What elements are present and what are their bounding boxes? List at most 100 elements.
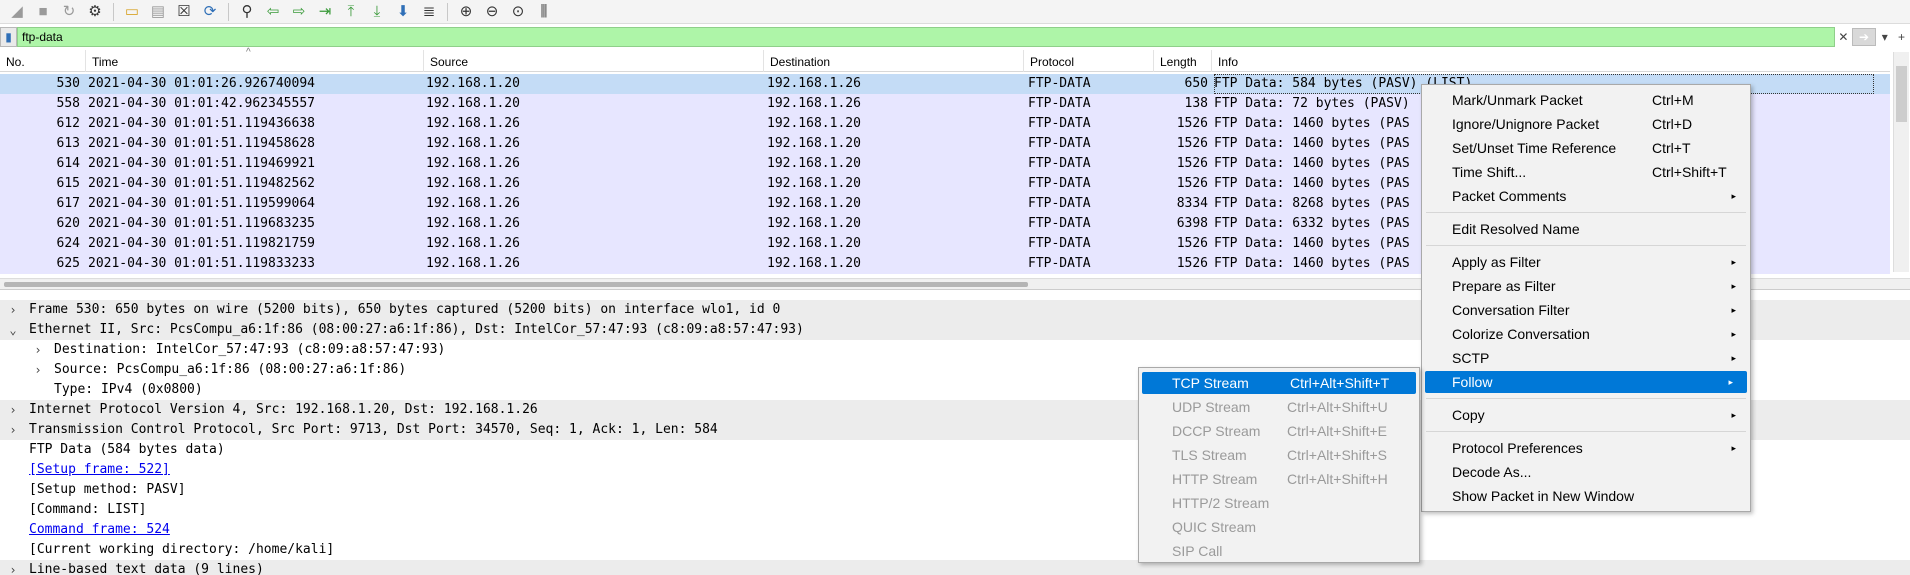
restart-capture-icon[interactable]: ↻	[58, 1, 80, 23]
cell-no: 620	[56, 216, 80, 231]
zoom-out-icon[interactable]: ⊖	[481, 1, 503, 23]
close-file-icon[interactable]: ☒	[173, 1, 195, 23]
cell-time: 2021-04-30 01:01:51.119469921	[88, 156, 315, 171]
cell-protocol: FTP-DATA	[1028, 156, 1091, 171]
menu-item-show-packet-new-window[interactable]: Show Packet in New Window	[1422, 485, 1750, 507]
toolbar-separator	[447, 2, 448, 21]
expand-arrow-icon[interactable]: ›	[6, 400, 20, 420]
packet-context-menu: Mark/Unmark Packet Ctrl+M Ignore/Unignor…	[1421, 84, 1751, 512]
cell-protocol: FTP-DATA	[1028, 196, 1091, 211]
cell-destination: 192.168.1.20	[767, 136, 861, 151]
menu-item-label: Apply as Filter	[1452, 254, 1541, 270]
cell-time: 2021-04-30 01:01:51.119821759	[88, 236, 315, 251]
menu-item-edit-resolved-name[interactable]: Edit Resolved Name	[1422, 218, 1750, 240]
cell-time: 2021-04-30 01:01:51.119436638	[88, 116, 315, 131]
column-header-destination[interactable]: Destination	[764, 50, 1024, 72]
expand-arrow-icon[interactable]: ›	[6, 300, 20, 320]
submenu-arrow-icon: ▸	[1731, 410, 1736, 420]
first-packet-icon[interactable]: ⤒	[340, 1, 362, 23]
menu-item-colorize-conversation[interactable]: Colorize Conversation ▸	[1422, 323, 1750, 345]
cell-destination: 192.168.1.20	[767, 156, 861, 171]
expand-arrow-icon[interactable]: ›	[31, 360, 45, 380]
column-header-source[interactable]: Source	[424, 50, 764, 72]
cell-source: 192.168.1.26	[426, 196, 520, 211]
follow-submenu: TCP Stream Ctrl+Alt+Shift+T UDP Stream C…	[1138, 367, 1420, 563]
menu-item-label: HTTP/2 Stream	[1172, 495, 1270, 511]
menu-item-protocol-preferences[interactable]: Protocol Preferences ▸	[1422, 437, 1750, 459]
clear-filter-icon[interactable]: ✕	[1835, 27, 1852, 47]
zoom-normal-icon[interactable]: ⊙	[507, 1, 529, 23]
tree-row-command-frame[interactable]: Command frame: 524	[0, 520, 1910, 540]
tree-row-text: [Command: LIST]	[29, 502, 147, 517]
zoom-in-icon[interactable]: ⊕	[455, 1, 477, 23]
last-packet-icon[interactable]: ⤓	[366, 1, 388, 23]
scrollbar-thumb[interactable]	[4, 282, 1028, 287]
go-forward-icon[interactable]: ⇨	[288, 1, 310, 23]
open-file-icon[interactable]: ▭	[121, 1, 143, 23]
cell-time: 2021-04-30 01:01:51.119833233	[88, 256, 315, 271]
reload-file-icon[interactable]: ⟳	[199, 1, 221, 23]
menu-item-label: Show Packet in New Window	[1452, 488, 1635, 504]
menu-item-mark-packet[interactable]: Mark/Unmark Packet Ctrl+M	[1422, 89, 1750, 111]
save-file-icon[interactable]: ▤	[147, 1, 169, 23]
menu-item-label: Edit Resolved Name	[1452, 221, 1580, 237]
menu-item-label: Time Shift...	[1452, 164, 1527, 180]
menu-item-apply-as-filter[interactable]: Apply as Filter ▸	[1422, 251, 1750, 273]
resize-columns-icon[interactable]: ⫼	[533, 1, 555, 23]
colorize-icon[interactable]: ≣	[418, 1, 440, 23]
cell-time: 2021-04-30 01:01:51.119683235	[88, 216, 315, 231]
menu-item-label: TCP Stream	[1172, 375, 1249, 391]
menu-item-label: Set/Unset Time Reference	[1452, 140, 1617, 156]
go-back-icon[interactable]: ⇦	[262, 1, 284, 23]
command-frame-link[interactable]: Command frame: 524	[29, 520, 170, 540]
menu-item-ignore-packet[interactable]: Ignore/Unignore Packet Ctrl+D	[1422, 113, 1750, 135]
chevron-down-icon[interactable]: ▾	[1876, 27, 1893, 47]
cell-protocol: FTP-DATA	[1028, 176, 1091, 191]
expand-arrow-icon[interactable]: ›	[6, 420, 20, 440]
bookmark-icon[interactable]: ▮	[0, 27, 17, 47]
menu-item-conversation-filter[interactable]: Conversation Filter ▸	[1422, 299, 1750, 321]
menu-item-sctp[interactable]: SCTP ▸	[1422, 347, 1750, 369]
column-header-no[interactable]: No.	[0, 50, 86, 72]
display-filter-input[interactable]: ftp-data	[16, 27, 1835, 47]
packet-list-vertical-scrollbar[interactable]	[1893, 52, 1909, 272]
menu-item-packet-comments[interactable]: Packet Comments ▸	[1422, 185, 1750, 207]
expand-arrow-icon[interactable]: ›	[31, 340, 45, 360]
menu-item-follow[interactable]: Follow ▸	[1425, 371, 1747, 393]
tree-row-line-based-text[interactable]: › Line-based text data (9 lines)	[0, 560, 1910, 575]
shark-fin-start-icon[interactable]: ◢	[6, 1, 28, 23]
scrollbar-thumb[interactable]	[1896, 66, 1907, 122]
submenu-item-tcp-stream[interactable]: TCP Stream Ctrl+Alt+Shift+T	[1142, 372, 1416, 394]
cell-protocol: FTP-DATA	[1028, 136, 1091, 151]
tree-row-cwd[interactable]: [Current working directory: /home/kali]	[0, 540, 1910, 560]
tree-row-text: [Current working directory: /home/kali]	[29, 542, 335, 557]
menu-item-time-reference[interactable]: Set/Unset Time Reference Ctrl+T	[1422, 137, 1750, 159]
stop-capture-icon[interactable]: ■	[32, 1, 54, 23]
apply-filter-icon[interactable]: ➔	[1851, 28, 1877, 46]
add-filter-button-icon[interactable]: +	[1893, 27, 1910, 47]
column-header-length[interactable]: Length	[1154, 50, 1212, 72]
capture-options-icon[interactable]: ⚙	[84, 1, 106, 23]
submenu-item-quic-stream: QUIC Stream	[1139, 516, 1419, 538]
go-to-packet-icon[interactable]: ⇥	[314, 1, 336, 23]
collapse-arrow-icon[interactable]: ⌄	[6, 320, 20, 340]
column-header-protocol[interactable]: Protocol	[1024, 50, 1154, 72]
cell-time: 2021-04-30 01:01:42.962345557	[88, 96, 315, 111]
sort-ascending-icon: ^	[246, 47, 251, 58]
menu-item-decode-as[interactable]: Decode As...	[1422, 461, 1750, 483]
menu-item-copy[interactable]: Copy ▸	[1422, 404, 1750, 426]
menu-item-label: Copy	[1452, 407, 1485, 423]
setup-frame-link[interactable]: [Setup frame: 522]	[29, 460, 170, 480]
menu-item-prepare-as-filter[interactable]: Prepare as Filter ▸	[1422, 275, 1750, 297]
column-header-info[interactable]: Info	[1212, 50, 1890, 72]
cell-destination: 192.168.1.26	[767, 76, 861, 91]
find-packet-icon[interactable]: ⚲	[236, 1, 258, 23]
menu-separator	[1426, 398, 1746, 399]
autoscroll-icon[interactable]: ⬇	[392, 1, 414, 23]
cell-source: 192.168.1.20	[426, 96, 520, 111]
submenu-item-http-stream: HTTP Stream Ctrl+Alt+Shift+H	[1139, 468, 1419, 490]
column-header-time[interactable]: Time	[86, 50, 424, 72]
menu-item-time-shift[interactable]: Time Shift... Ctrl+Shift+T	[1422, 161, 1750, 183]
tree-row-text: Ethernet II, Src: PcsCompu_a6:1f:86 (08:…	[29, 322, 804, 337]
expand-arrow-icon[interactable]: ›	[6, 560, 20, 575]
